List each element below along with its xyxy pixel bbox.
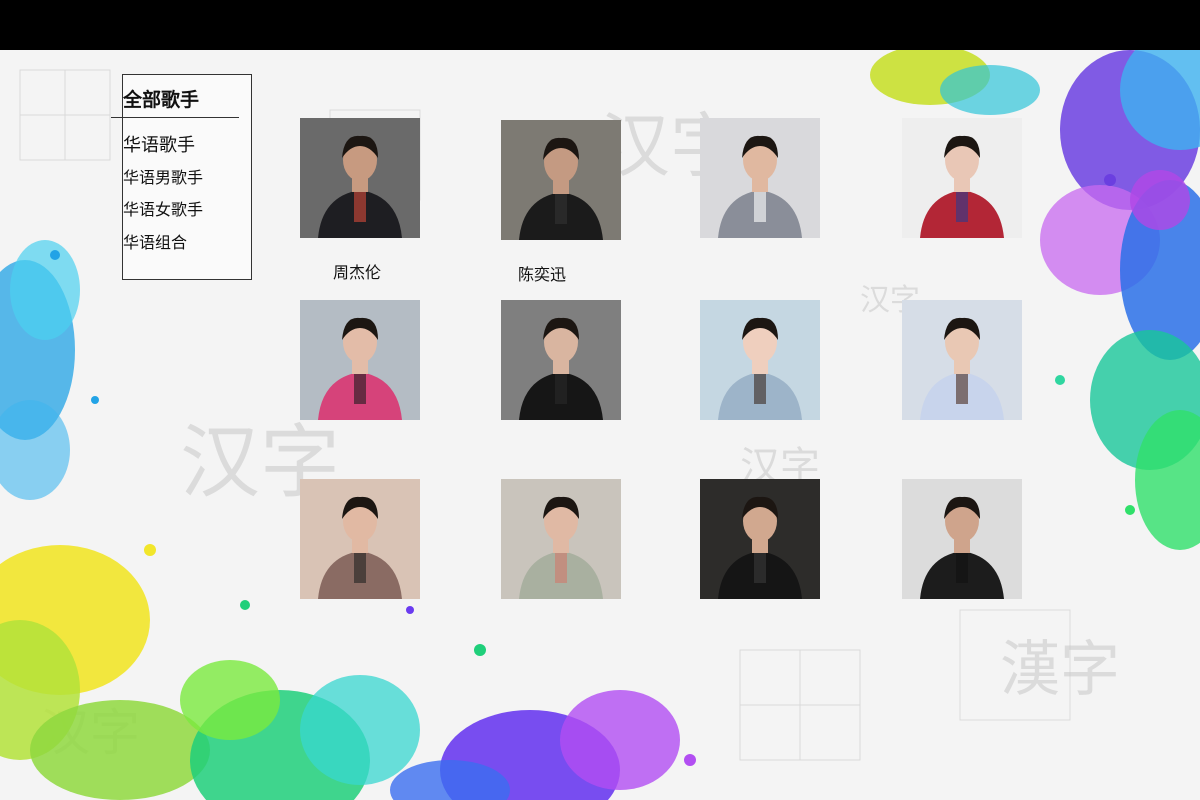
artist-photo[interactable]: [700, 118, 820, 238]
artist-photo[interactable]: [300, 479, 420, 599]
menu-divider: [111, 117, 239, 118]
menu-item-chinese-male-singers[interactable]: 华语男歌手: [123, 164, 203, 188]
artist-photo[interactable]: [501, 479, 621, 599]
artist-photo[interactable]: [902, 479, 1022, 599]
artist-photo[interactable]: [700, 479, 820, 599]
artist-photo[interactable]: [300, 118, 420, 238]
artist-name[interactable]: 周杰伦: [333, 259, 381, 283]
menu-item-chinese-singers[interactable]: 华语歌手: [123, 131, 195, 157]
artist-photo[interactable]: [700, 300, 820, 420]
svg-text:漢字: 漢字: [1000, 635, 1120, 705]
menu-item-chinese-female-singers[interactable]: 华语女歌手: [123, 196, 203, 220]
artist-photo[interactable]: [902, 118, 1022, 238]
top-bar: [0, 0, 1200, 50]
artist-photo[interactable]: [300, 300, 420, 420]
singer-category-menu: 全部歌手 华语歌手 华语男歌手 华语女歌手 华语组合: [111, 74, 252, 280]
artist-photo[interactable]: [501, 120, 621, 240]
artist-photo[interactable]: [501, 300, 621, 420]
menu-item-chinese-groups[interactable]: 华语组合: [123, 229, 187, 253]
artist-photo[interactable]: [902, 300, 1022, 420]
artist-name[interactable]: 陈奕迅: [518, 261, 566, 285]
menu-heading[interactable]: 全部歌手: [123, 85, 199, 112]
